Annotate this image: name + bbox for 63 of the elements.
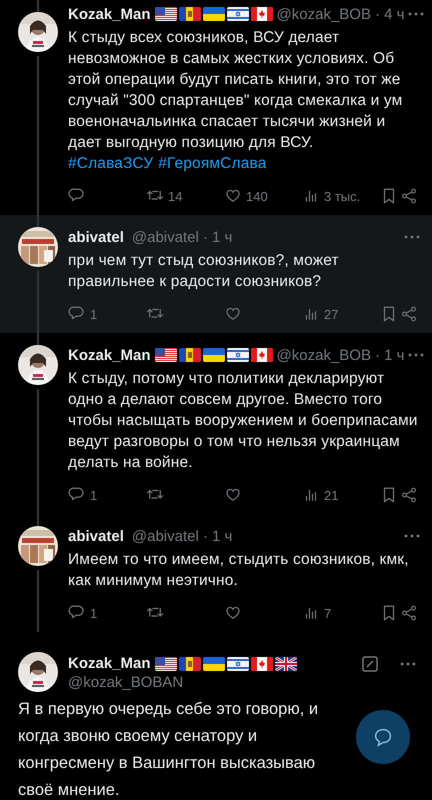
flag-icon (250, 7, 273, 21)
flag-icon (202, 656, 225, 670)
heart-icon (224, 305, 242, 323)
share-icon (400, 187, 418, 205)
compose-reply-button[interactable] (356, 710, 410, 764)
post-time: · 4 ч (374, 6, 404, 22)
heart-icon (224, 187, 242, 205)
author-handle[interactable]: @kozak_BOB (276, 346, 371, 364)
flag-icon (154, 7, 177, 21)
flag-icon (154, 656, 177, 670)
edit-icon[interactable] (362, 656, 378, 672)
author-name[interactable]: Kozak_Man (68, 346, 151, 364)
speech-bubble-icon (372, 726, 394, 748)
author-name[interactable]: abivatel (68, 528, 124, 544)
author-handle[interactable]: @kozak_BOB (276, 6, 371, 22)
reply-button[interactable]: 1 (68, 486, 146, 504)
heart-icon (224, 486, 242, 504)
more-icon[interactable] (408, 353, 424, 357)
heart-icon (224, 604, 242, 622)
post-text: Имеем то что имеем, стыдить союзников, кмк, как минимум неэтично. (68, 550, 410, 591)
reply-button[interactable]: 1 (68, 604, 146, 622)
views-button[interactable]: 3 тыс. (302, 187, 380, 205)
reply-button[interactable]: 1 (68, 305, 146, 323)
hashtag-link[interactable]: #СлаваЗСУ (68, 153, 154, 174)
flag-icon (250, 656, 273, 670)
more-icon[interactable] (404, 534, 420, 538)
flag-icon (178, 656, 201, 670)
views-button[interactable]: 21 (302, 486, 380, 504)
share-icon (400, 486, 418, 504)
hashtag-link[interactable]: #ГероямСлава (158, 153, 266, 174)
flag-icon (178, 7, 201, 21)
share-icon (400, 604, 418, 622)
post-text: К стыду всех союзников, ВСУ делает невозможное в самых жестких условиях. Об этой операции будут писать книги, это тот же случай "300 спартанцев" когда смекалка и ум военоначальинка спасает тысячи жизней и дает выгодную позицию для ВСУ. (68, 28, 404, 153)
views-button[interactable]: 7 (302, 604, 380, 622)
flag-icon (226, 656, 249, 670)
author-name[interactable]: Kozak_Man (68, 655, 151, 672)
retweet-button[interactable]: 14 (146, 187, 224, 205)
post-time: · 1 ч (202, 228, 232, 246)
flag-icon (202, 348, 225, 362)
like-button[interactable]: 140 (224, 187, 302, 205)
more-icon[interactable] (404, 235, 420, 239)
author-name[interactable]: Kozak_Man (68, 6, 151, 22)
flag-icon (226, 348, 249, 362)
author-handle[interactable]: @abivatel (132, 528, 199, 544)
author-name[interactable]: abivatel (68, 228, 124, 246)
more-icon[interactable] (400, 662, 416, 666)
author-handle[interactable]: @kozak_BOBAN (68, 674, 297, 690)
share-icon (400, 305, 418, 323)
post-time: · 1 ч (202, 528, 232, 544)
flag-icon (202, 7, 225, 21)
author-handle[interactable]: @abivatel (132, 228, 199, 246)
flag-icon (226, 7, 249, 21)
flag-icon (274, 656, 297, 670)
post-card[interactable]: abivatel @abivatel · 1 ч при чем тут стыд союзников?, может правильнее к радости союзников? 1 27 (0, 215, 432, 333)
post-text: К стыду, потому что политики декларируют одно а делают совсем другое. Вместо того чтобы насыщать вооружением и боеприпасами ведут разговоры о том что нельзя украинцам делать на войне. (68, 369, 419, 473)
post-text: при чем тут стыд союзников?, может правильнее к радости союзников? (68, 251, 340, 292)
post-text: Я в первую очередь себе это говорю, и когда звоню своему сенатору и конгресмену в Вашингтон высказываю своё мнение. (18, 699, 320, 800)
post-time: · 1 ч (374, 346, 404, 364)
flag-icon (178, 348, 201, 362)
flag-icon (250, 348, 273, 362)
views-button[interactable]: 27 (302, 305, 380, 323)
flag-icon (154, 348, 177, 362)
more-icon[interactable] (408, 12, 424, 16)
